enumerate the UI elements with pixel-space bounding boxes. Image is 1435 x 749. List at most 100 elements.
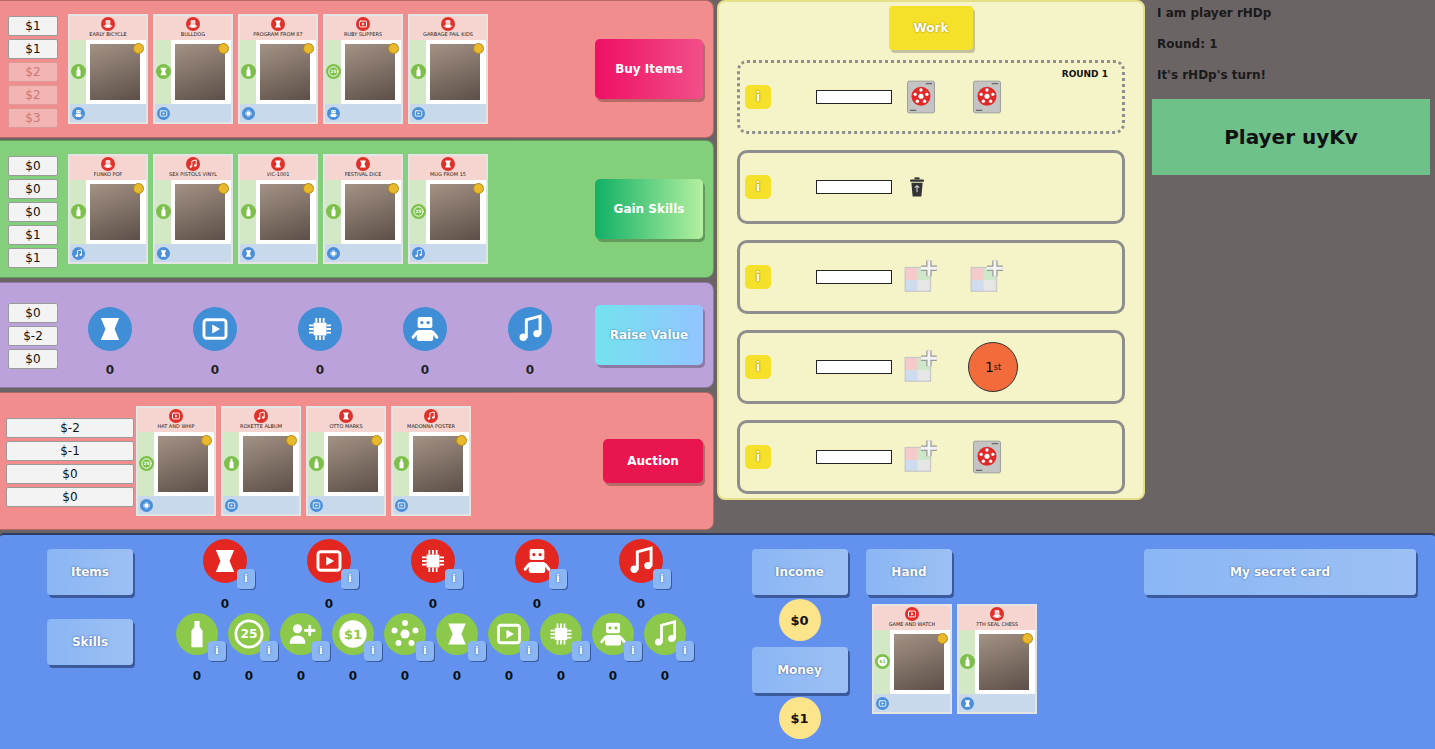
item-card[interactable]: HAT AND WHIP25 bbox=[136, 406, 216, 516]
first-player-marker: 1st bbox=[968, 342, 1018, 392]
info-button[interactable]: i bbox=[745, 175, 771, 199]
item-card[interactable]: OTTO MARKS bbox=[306, 406, 386, 516]
slot-input[interactable] bbox=[816, 180, 892, 194]
action-button[interactable]: Auction bbox=[603, 439, 703, 483]
card-title: GAME AND WATCH bbox=[889, 621, 936, 628]
action-button[interactable]: Gain Skills bbox=[595, 179, 703, 239]
item-card[interactable]: 7TH SEAL CHESS bbox=[957, 604, 1037, 714]
info-button[interactable]: i bbox=[624, 641, 642, 661]
price-tag: $1 bbox=[8, 225, 58, 245]
item-count: i0 bbox=[203, 539, 247, 611]
opponent-button[interactable]: Player uyKv bbox=[1152, 99, 1430, 175]
price-tag: $-2 bbox=[6, 418, 134, 438]
info-button[interactable]: i bbox=[676, 641, 694, 661]
work-slot[interactable]: i bbox=[737, 240, 1125, 314]
income-button[interactable]: Income bbox=[752, 549, 848, 595]
medal-icon bbox=[473, 43, 484, 54]
hand-button[interactable]: Hand bbox=[866, 549, 952, 595]
work-area: WorkiROUND 1iii1sti bbox=[717, 0, 1145, 500]
skill-count: i0 bbox=[644, 613, 686, 683]
info-button[interactable]: i bbox=[520, 641, 538, 661]
work-slot[interactable]: i bbox=[737, 150, 1125, 224]
skill-icon: 25 bbox=[139, 456, 154, 471]
item-card[interactable]: FUNKO POP bbox=[68, 154, 148, 264]
market-board: $1$1$2$2$3EARLY BICYCLEBULLDOGPROGRAM FR… bbox=[0, 0, 714, 530]
work-button[interactable]: Work bbox=[889, 6, 973, 50]
medal-icon bbox=[388, 183, 399, 194]
skills-button[interactable]: Skills bbox=[47, 619, 133, 665]
secret-card-button[interactable]: My secret card bbox=[1144, 549, 1416, 595]
card-title: 7TH SEAL CHESS bbox=[976, 621, 1018, 628]
svg-text:25: 25 bbox=[143, 461, 149, 466]
info-button[interactable]: i bbox=[364, 641, 382, 661]
info-button[interactable]: i bbox=[208, 641, 226, 661]
item-card[interactable]: PROGRAM FROM 87 bbox=[238, 14, 318, 124]
info-button[interactable]: i bbox=[341, 569, 359, 589]
category-icon bbox=[169, 409, 183, 423]
item-card[interactable]: MUG FROM 1525 bbox=[408, 154, 488, 264]
item-card[interactable]: ROXETTE ALBUM bbox=[221, 406, 301, 516]
price-tag: $-2 bbox=[8, 326, 58, 346]
slot-input[interactable] bbox=[816, 450, 892, 464]
item-card[interactable]: FESTIVAL DICE bbox=[323, 154, 403, 264]
info-button[interactable]: i bbox=[468, 641, 486, 661]
price-tag: $0 bbox=[8, 349, 58, 369]
price-tag: $2 bbox=[8, 62, 58, 82]
slot-input[interactable] bbox=[816, 270, 892, 284]
skill-icon bbox=[156, 64, 171, 79]
item-photo bbox=[345, 44, 395, 100]
info-button[interactable]: i bbox=[549, 569, 567, 589]
info-button[interactable]: i bbox=[745, 355, 771, 379]
gain-skills-panel: $0$0$0$1$1FUNKO POPSEX PISTOLS VINYLVIC-… bbox=[0, 140, 714, 278]
price-tag: $0 bbox=[8, 202, 58, 222]
slot-input[interactable] bbox=[816, 360, 892, 374]
value-icon bbox=[157, 247, 170, 260]
info-button[interactable]: i bbox=[653, 569, 671, 589]
medal-icon bbox=[133, 43, 144, 54]
item-card[interactable]: GAME AND WATCH$1 bbox=[872, 604, 952, 714]
token-icon bbox=[968, 78, 1006, 116]
work-slot[interactable]: iROUND 1 bbox=[737, 60, 1125, 134]
svg-text:25: 25 bbox=[415, 209, 421, 214]
action-button[interactable]: Buy Items bbox=[595, 39, 703, 99]
work-slot[interactable]: i 1st bbox=[737, 330, 1125, 404]
info-button[interactable]: i bbox=[416, 641, 434, 661]
items-button[interactable]: Items bbox=[47, 549, 133, 595]
info-button[interactable]: i bbox=[745, 265, 771, 289]
value-icon bbox=[157, 107, 170, 120]
category-icon bbox=[905, 607, 919, 621]
category-icon bbox=[424, 409, 438, 423]
slot-input[interactable] bbox=[816, 90, 892, 104]
item-photo bbox=[328, 436, 378, 492]
money-button[interactable]: Money bbox=[752, 647, 848, 693]
value-track[interactable]: 0 bbox=[88, 307, 132, 377]
info-button[interactable]: i bbox=[572, 641, 590, 661]
item-card[interactable]: SEX PISTOLS VINYL bbox=[153, 154, 233, 264]
value-icon bbox=[327, 247, 340, 260]
item-card[interactable]: EARLY BICYCLE bbox=[68, 14, 148, 124]
skill-icon bbox=[71, 204, 86, 219]
price-column: $1$1$2$2$3 bbox=[8, 16, 58, 128]
info-button[interactable]: i bbox=[745, 85, 771, 109]
info-button[interactable]: i bbox=[312, 641, 330, 661]
value-count: 0 bbox=[316, 363, 324, 377]
price-tag: $3 bbox=[8, 108, 58, 128]
item-card[interactable]: MADONNA POSTER bbox=[391, 406, 471, 516]
action-button[interactable]: Raise Value bbox=[595, 305, 703, 365]
value-track[interactable]: 0 bbox=[508, 307, 552, 377]
item-card[interactable]: VIC-1001 bbox=[238, 154, 318, 264]
info-button[interactable]: i bbox=[237, 569, 255, 589]
value-icon bbox=[225, 499, 238, 512]
value-track[interactable]: 0 bbox=[298, 307, 342, 377]
info-button[interactable]: i bbox=[745, 445, 771, 469]
work-slot[interactable]: i bbox=[737, 420, 1125, 494]
item-card[interactable]: BULLDOG bbox=[153, 14, 233, 124]
item-card[interactable]: GARBAGE PAIL KIDS bbox=[408, 14, 488, 124]
value-track[interactable]: 0 bbox=[193, 307, 237, 377]
skill-icon bbox=[309, 456, 324, 471]
info-button[interactable]: i bbox=[260, 641, 278, 661]
category-icon bbox=[441, 157, 455, 171]
info-button[interactable]: i bbox=[445, 569, 463, 589]
value-track[interactable]: 0 bbox=[403, 307, 447, 377]
item-card[interactable]: RUBY SLIPPERS25 bbox=[323, 14, 403, 124]
